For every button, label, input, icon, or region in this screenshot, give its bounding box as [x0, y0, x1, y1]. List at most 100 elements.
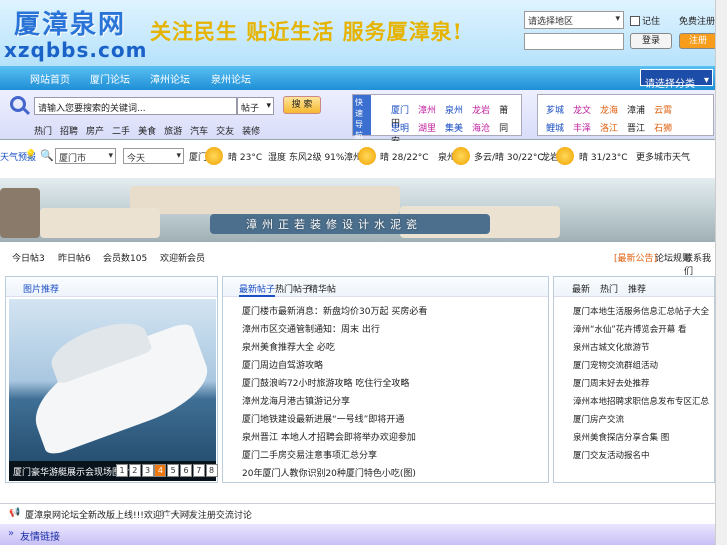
quick-link[interactable]: 晋江 [627, 124, 645, 134]
post-item[interactable]: 泉州美食推荐大全 必吃 [242, 339, 427, 357]
quick-link[interactable]: 思明 [391, 124, 409, 134]
notice-text[interactable]: 厦漳泉网论坛全新改版上线!!!欢迎广大网友注册交流讨论 [25, 508, 252, 521]
page-number-button[interactable]: 5 [167, 464, 180, 477]
hot-link[interactable]: 二手 [112, 127, 130, 137]
nav-item-quanzhou[interactable]: 泉州论坛 [211, 71, 251, 86]
day-select[interactable]: 今天 ▾ [123, 148, 184, 164]
page-number-button[interactable]: 1 [116, 464, 128, 477]
tab-popular[interactable]: 热门 [600, 282, 618, 295]
post-item[interactable]: 厦门楼市最新消息：新盘均价30万起 买房必看 [242, 303, 427, 321]
weather-more-link[interactable]: 更多城市天气 [636, 150, 690, 163]
chevron-down-icon: ▾ [108, 151, 113, 161]
checkbox-icon[interactable] [630, 15, 640, 26]
side-item[interactable]: 厦门交友活动报名中 [573, 447, 709, 465]
quick-link[interactable]: 泉州 [445, 106, 463, 116]
category-select[interactable]: 请选择分类 ▾ [640, 69, 713, 90]
quick-nav-panel: 快速导航 厦门漳州泉州龙岩莆田 思明湖里集美海沧同安 [352, 94, 522, 147]
quick-link[interactable]: 石狮 [654, 124, 672, 134]
remember-label: 记住 [642, 17, 661, 27]
page-number-button[interactable]: 6 [180, 464, 192, 477]
search-input[interactable]: 请输入您要搜索的关键词... [34, 97, 237, 115]
search-icon[interactable]: 🔍 [40, 149, 54, 162]
yacht-photo[interactable] [9, 299, 216, 481]
hot-link[interactable]: 热门 [34, 127, 52, 137]
page-number-button[interactable]: 3 [141, 464, 154, 477]
signup-button[interactable]: 注册 [679, 33, 717, 49]
weather-temp: 多云/晴 30/22°C [474, 153, 544, 163]
page-number-button[interactable]: 7 [192, 464, 205, 477]
hot-link[interactable]: 汽车 [190, 127, 208, 137]
hot-link[interactable]: 装修 [242, 127, 260, 137]
stat-newmember[interactable]: 欢迎新会员 [160, 251, 205, 264]
post-item[interactable]: 漳州龙海月港古镇游记分享 [242, 393, 427, 411]
side-item[interactable]: 泉州美食探店分享合集 图 [573, 429, 709, 447]
post-item[interactable]: 厦门鼓浪屿72小时旅游攻略 吃住行全攻略 [242, 375, 427, 393]
page-number-button[interactable]: 4 [154, 464, 167, 477]
post-item[interactable]: 20年厦门人教你识别20种厦门特色小吃(图) [242, 465, 427, 483]
hot-link[interactable]: 交友 [216, 127, 234, 137]
search-type-value: 帖子 [241, 104, 260, 114]
nav-item-xiamen[interactable]: 厦门论坛 [90, 71, 130, 86]
search-button[interactable]: 搜 索 [283, 96, 321, 114]
tab-newest[interactable]: 最新 [572, 282, 590, 295]
quick-link[interactable]: 龙海 [600, 106, 618, 116]
quick-link[interactable]: 海沧 [472, 124, 490, 134]
side-item[interactable]: 厦门周末好去处推荐 [573, 375, 709, 393]
quick-link[interactable]: 芗城 [546, 106, 564, 116]
banner-decor [0, 188, 40, 238]
quick-link[interactable]: 龙文 [573, 106, 591, 116]
page-number-button[interactable]: 2 [128, 464, 141, 477]
logo-chinese[interactable]: 厦漳泉网 [14, 4, 126, 41]
quick-link[interactable]: 云霄 [654, 106, 672, 116]
post-item[interactable]: 泉州晋江 本地人才招聘会即将举办欢迎参加 [242, 429, 427, 447]
search-type-select[interactable]: 帖子 ▾ [237, 97, 274, 115]
region-select[interactable]: 请选择地区 ▾ [524, 11, 624, 29]
side-item[interactable]: 泉州古城文化旅游节 [573, 339, 709, 357]
side-item[interactable]: 漳州本地招聘求职信息发布专区汇总 [573, 393, 709, 411]
quick-link[interactable]: 漳浦 [627, 106, 645, 116]
side-item[interactable]: 厦门房产交流 [573, 411, 709, 429]
photo-box-title[interactable]: 图片推荐 [23, 282, 59, 295]
quick-link[interactable]: 洛江 [600, 124, 618, 134]
city-select[interactable]: 厦门市 ▾ [55, 148, 116, 164]
quick-link[interactable]: 丰泽 [573, 124, 591, 134]
side-item[interactable]: 漳州“水仙”花卉博览会开幕 看 [573, 321, 709, 339]
side-item[interactable]: 厦门本地生活服务信息汇总帖子大全 [573, 303, 709, 321]
latest-notice-link[interactable]: [最新公告] [614, 251, 657, 264]
quick-link[interactable]: 集美 [445, 124, 463, 134]
weather-temp: 晴 31/23°C [579, 153, 628, 163]
post-item[interactable]: 厦门二手房交易注意事项汇总分享 [242, 447, 427, 465]
tab-recommend[interactable]: 推荐 [628, 282, 646, 295]
quick-link[interactable]: 鲤城 [546, 124, 564, 134]
register-link[interactable]: 免费注册 [679, 14, 715, 27]
search-icon [10, 96, 26, 112]
nav-item-zhangzhou[interactable]: 漳州论坛 [150, 71, 190, 86]
tab-latest[interactable]: 最新帖子 [239, 282, 276, 297]
page-number-button[interactable]: 8 [205, 464, 218, 477]
friend-links-label[interactable]: 友情链接 [20, 528, 60, 543]
post-item[interactable]: 漳州市区交通管制通知：周末 出行 [242, 321, 427, 339]
quick-link[interactable]: 龙岩 [472, 106, 490, 116]
post-item[interactable]: 厦门周边自驾游攻略 [242, 357, 427, 375]
logo-domain[interactable]: xzqbbs.com [4, 38, 147, 62]
search-area: 请输入您要搜索的关键词... 帖子 ▾ 搜 索 热门 招聘 房产 二手 美食 旅游 汽车 交友装… [0, 90, 715, 147]
hot-link[interactable]: 房产 [86, 127, 104, 137]
quick-link[interactable]: 漳州 [418, 106, 436, 116]
post-item[interactable]: 厦门地铁建设最新进展“一号线”即将开通 [242, 411, 427, 429]
login-button[interactable]: 登录 [630, 33, 672, 49]
remember-checkbox[interactable]: 记住 [630, 14, 660, 27]
quick-nav-tab[interactable]: 快速导航 [353, 95, 371, 140]
hot-link[interactable]: 美食 [138, 127, 156, 137]
quick-link[interactable]: 厦门 [391, 106, 409, 116]
side-item[interactable]: 厦门宠物交流群组活动 [573, 357, 709, 375]
tab-hot[interactable]: 热门帖子 [275, 282, 311, 295]
username-input[interactable] [524, 33, 624, 50]
ad-banner[interactable]: 漳州正若装修设计水泥瓷 [0, 178, 715, 242]
scrollbar[interactable] [715, 0, 727, 545]
quick-link[interactable]: 湖里 [418, 124, 436, 134]
tab-digest[interactable]: 精华帖 [309, 282, 336, 295]
hot-link[interactable]: 招聘 [60, 127, 78, 137]
contact-link[interactable]: 联系我们 [684, 251, 715, 277]
nav-item-home[interactable]: 网站首页 [30, 71, 70, 86]
hot-link[interactable]: 旅游 [164, 127, 182, 137]
